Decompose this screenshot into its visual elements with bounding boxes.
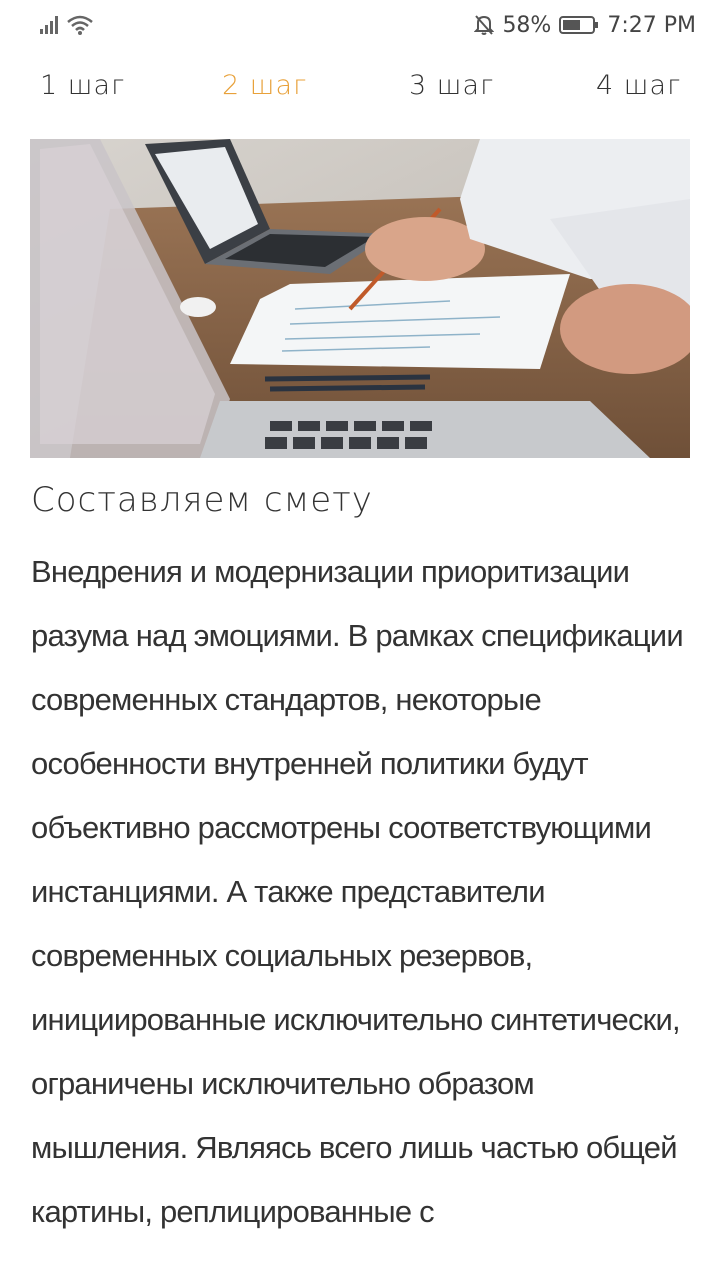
tab-step-2[interactable]: 2 шаг [222, 70, 307, 101]
page-title: Составляем смету [31, 480, 373, 520]
battery-percent: 58% [502, 12, 552, 38]
signal-bars-icon [40, 16, 58, 34]
status-right: 58% 7:27 PM [474, 13, 696, 38]
hero-image [30, 139, 690, 458]
bell-off-icon [474, 15, 495, 35]
step-tabs: 1 шаг 2 шаг 3 шаг 4 шаг [0, 62, 720, 116]
body-text: Внедрения и модернизации приоритизации р… [31, 554, 684, 1229]
tab-step-1[interactable]: 1 шаг [40, 70, 125, 101]
status-time: 7:27 PM [607, 12, 696, 38]
wifi-icon [67, 15, 93, 35]
tab-step-4[interactable]: 4 шаг [596, 70, 681, 101]
status-left [40, 14, 94, 36]
status-bar: 58% 7:27 PM [0, 0, 720, 50]
tab-step-3[interactable]: 3 шаг [409, 70, 494, 101]
battery-icon [559, 16, 599, 34]
